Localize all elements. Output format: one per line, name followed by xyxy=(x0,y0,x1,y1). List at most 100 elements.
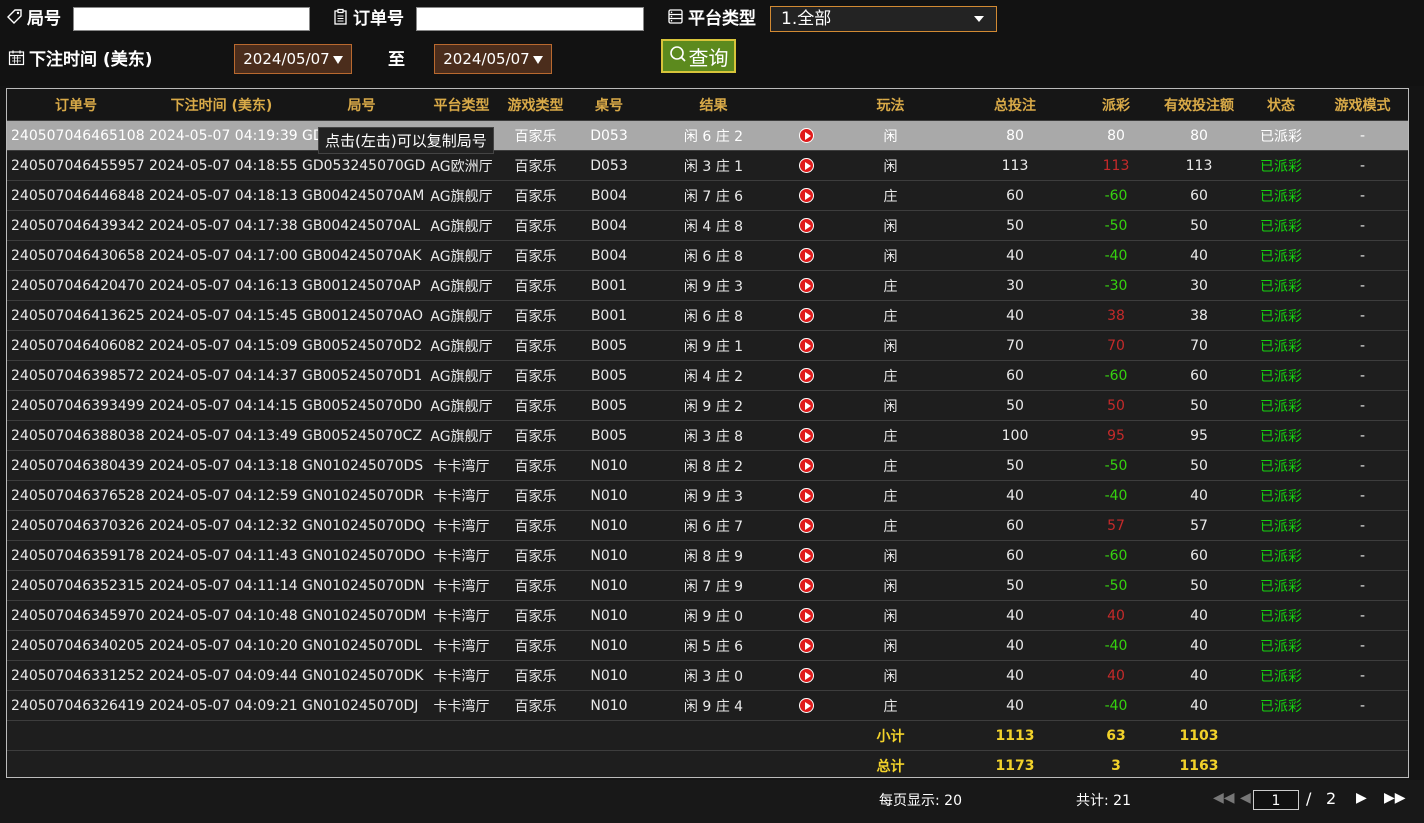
round-id-cell[interactable]: GN010245070DS xyxy=(298,450,425,481)
replay-cell[interactable] xyxy=(782,690,830,721)
round-id-cell[interactable]: GB004245070AL xyxy=(298,210,425,241)
replay-cell[interactable] xyxy=(782,510,830,541)
game-mode-cell: - xyxy=(1317,660,1408,691)
play-video-icon[interactable] xyxy=(798,608,814,623)
platform-type-cell: 卡卡湾厅 xyxy=(425,540,498,571)
table-row[interactable]: 240507046393499 2024-05-07 04:14:15 GB0052… xyxy=(7,390,1408,421)
replay-cell[interactable] xyxy=(782,420,830,451)
play-video-icon[interactable] xyxy=(798,578,814,593)
table-row[interactable]: 240507046446848 2024-05-07 04:18:13 GB0042… xyxy=(7,180,1408,211)
round-id-cell[interactable]: GB005245070D2 xyxy=(298,330,425,361)
play-video-icon[interactable] xyxy=(798,638,814,653)
table-row[interactable]: 240507046326419 2024-05-07 04:09:21 GN0102… xyxy=(7,690,1408,721)
replay-cell[interactable] xyxy=(782,360,830,391)
column-header: 派彩 xyxy=(1079,89,1153,121)
table-row[interactable]: 240507046380439 2024-05-07 04:13:18 GN0102… xyxy=(7,450,1408,481)
game-mode-cell: - xyxy=(1317,510,1408,541)
replay-cell[interactable] xyxy=(782,300,830,331)
platform-select[interactable]: 1.全部 xyxy=(770,6,997,32)
replay-cell[interactable] xyxy=(782,150,830,181)
replay-cell[interactable] xyxy=(782,240,830,271)
play-video-icon[interactable] xyxy=(798,278,814,293)
play-video-icon[interactable] xyxy=(798,398,814,413)
date-to-picker[interactable]: 2024/05/07 xyxy=(434,44,552,74)
play-video-icon[interactable] xyxy=(798,308,814,323)
prev-page-icon[interactable]: ◀ xyxy=(1240,790,1251,806)
payout-cell: 95 xyxy=(1079,420,1153,451)
total-row-payout: 3 xyxy=(1079,750,1153,777)
round-id-cell[interactable]: GB004245070AM xyxy=(298,180,425,211)
play-video-icon[interactable] xyxy=(798,218,814,233)
last-page-icon[interactable]: ▶▶ xyxy=(1384,790,1406,806)
replay-cell[interactable] xyxy=(782,630,830,661)
table-row[interactable]: 240507046352315 2024-05-07 04:11:14 GN0102… xyxy=(7,570,1408,601)
table-row[interactable]: 240507046331252 2024-05-07 04:09:44 GN0102… xyxy=(7,660,1408,691)
table-row[interactable]: 240507046420470 2024-05-07 04:16:13 GB0012… xyxy=(7,270,1408,301)
round-id-cell[interactable]: GB005245070D1 xyxy=(298,360,425,391)
table-row[interactable]: 240507046340205 2024-05-07 04:10:20 GN0102… xyxy=(7,630,1408,661)
table-row[interactable]: 2405070464651082024-05-07 04:19:39GD0532… xyxy=(7,120,1408,151)
play-video-icon[interactable] xyxy=(798,698,814,713)
table-row[interactable]: 240507046455957 2024-05-07 04:18:55 GD0532… xyxy=(7,150,1408,181)
table-row[interactable]: 240507046406082 2024-05-07 04:15:09 GB0052… xyxy=(7,330,1408,361)
play-video-icon[interactable] xyxy=(798,158,814,173)
replay-cell[interactable] xyxy=(782,120,830,151)
query-button[interactable]: 查询 xyxy=(661,39,736,73)
page-number-input[interactable]: 1 xyxy=(1253,790,1299,810)
play-video-icon[interactable] xyxy=(798,458,814,473)
table-row[interactable]: 240507046439342 2024-05-07 04:17:38 GB0042… xyxy=(7,210,1408,241)
table-row[interactable]: 240507046398572 2024-05-07 04:14:37 GB0052… xyxy=(7,360,1408,391)
replay-cell[interactable] xyxy=(782,540,830,571)
order-input[interactable] xyxy=(416,7,644,31)
order-id-cell: 240507046376528 xyxy=(7,480,145,511)
round-id-cell[interactable]: GB004245070AK xyxy=(298,240,425,271)
replay-cell[interactable] xyxy=(782,570,830,601)
status-cell: 已派彩 xyxy=(1245,510,1317,541)
play-video-icon[interactable] xyxy=(798,368,814,383)
round-id-cell[interactable]: GN010245070DQ xyxy=(298,510,425,541)
round-input[interactable] xyxy=(73,7,310,31)
table-row[interactable]: 240507046370326 2024-05-07 04:12:32 GN0102… xyxy=(7,510,1408,541)
play-video-icon[interactable] xyxy=(798,518,814,533)
round-id-cell[interactable]: GN010245070DJ xyxy=(298,690,425,721)
replay-cell[interactable] xyxy=(782,480,830,511)
list-icon xyxy=(667,8,684,25)
column-header xyxy=(782,89,830,121)
play-video-icon[interactable] xyxy=(798,128,814,143)
round-id-cell[interactable]: GB005245070D0 xyxy=(298,390,425,421)
round-id-cell[interactable]: GB001245070AO xyxy=(298,300,425,331)
first-page-icon[interactable]: ◀◀ xyxy=(1213,790,1235,806)
table-row[interactable]: 240507046430658 2024-05-07 04:17:00 GB0042… xyxy=(7,240,1408,271)
table-row[interactable]: 240507046359178 2024-05-07 04:11:43 GN0102… xyxy=(7,540,1408,571)
play-video-icon[interactable] xyxy=(798,188,814,203)
round-id-cell[interactable]: GN010245070DM xyxy=(298,600,425,631)
replay-cell[interactable] xyxy=(782,390,830,421)
round-id-cell[interactable]: GN010245070DL xyxy=(298,630,425,661)
date-from-picker[interactable]: 2024/05/07 xyxy=(234,44,352,74)
round-id-cell[interactable]: GB005245070CZ xyxy=(298,420,425,451)
play-video-icon[interactable] xyxy=(798,668,814,683)
play-video-icon[interactable] xyxy=(798,488,814,503)
replay-cell[interactable] xyxy=(782,210,830,241)
round-id-cell[interactable]: GN010245070DR xyxy=(298,480,425,511)
table-row[interactable]: 240507046345970 2024-05-07 04:10:48 GN0102… xyxy=(7,600,1408,631)
play-video-icon[interactable] xyxy=(798,248,814,263)
replay-cell[interactable] xyxy=(782,450,830,481)
round-id-cell[interactable]: GN010245070DN xyxy=(298,570,425,601)
replay-cell[interactable] xyxy=(782,180,830,211)
play-video-icon[interactable] xyxy=(798,338,814,353)
next-page-icon[interactable]: ▶ xyxy=(1356,790,1367,806)
round-id-cell[interactable]: GD053245070GD xyxy=(298,150,425,181)
table-row[interactable]: 240507046413625 2024-05-07 04:15:45 GB0012… xyxy=(7,300,1408,331)
round-id-cell[interactable]: GB001245070AP xyxy=(298,270,425,301)
round-id-cell[interactable]: GN010245070DO xyxy=(298,540,425,571)
table-row[interactable]: 240507046388038 2024-05-07 04:13:49 GB0052… xyxy=(7,420,1408,451)
replay-cell[interactable] xyxy=(782,600,830,631)
play-video-icon[interactable] xyxy=(798,428,814,443)
replay-cell[interactable] xyxy=(782,270,830,301)
round-id-cell[interactable]: GN010245070DK xyxy=(298,660,425,691)
replay-cell[interactable] xyxy=(782,660,830,691)
replay-cell[interactable] xyxy=(782,330,830,361)
table-row[interactable]: 240507046376528 2024-05-07 04:12:59 GN0102… xyxy=(7,480,1408,511)
play-video-icon[interactable] xyxy=(798,548,814,563)
